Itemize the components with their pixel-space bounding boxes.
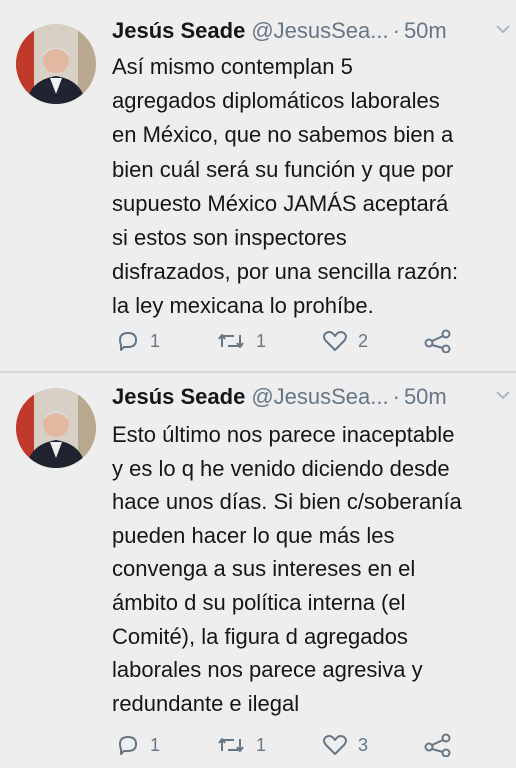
tweet-text-line: bien cuál será su función y que por	[112, 156, 454, 182]
like-button[interactable]: 3	[322, 730, 368, 760]
separator-dot: ·	[392, 384, 400, 409]
tweet-time[interactable]: 50m	[404, 384, 447, 409]
tweet-actions: 1 1 3	[112, 730, 512, 760]
heart-icon	[323, 735, 347, 755]
reply-icon	[119, 736, 137, 755]
reply-icon	[119, 332, 137, 351]
tweet-text-line: disfrazados, por una sencilla razón:	[112, 259, 459, 285]
share-icon	[424, 329, 451, 353]
tweet-text-line: Comité), la figura d agregados	[112, 623, 408, 649]
reply-count: 1	[150, 734, 161, 755]
chevron-down-icon[interactable]	[496, 390, 510, 400]
tweet-text-line: laborales nos parece agresiva y	[112, 657, 423, 683]
avatar[interactable]	[16, 24, 96, 104]
author-handle[interactable]: @JesusSea...	[251, 18, 388, 43]
like-count: 3	[358, 734, 369, 755]
tweet-header: Jesús Seade @JesusSea... · 50m	[112, 16, 447, 46]
share-icon	[424, 733, 451, 757]
share-button[interactable]	[424, 730, 452, 760]
tweet-text-line: si estos son inspectores	[112, 225, 347, 251]
tweet[interactable]: Jesús Seade @JesusSea... · 50m Así mismo co…	[0, 0, 516, 372]
retweet-button[interactable]: 1	[216, 730, 266, 760]
tweet-text-line: agregados diplomáticos laborales	[112, 88, 440, 114]
tweet-text-line: y es lo q he venido diciendo desde	[112, 455, 450, 481]
tweet-time[interactable]: 50m	[404, 18, 447, 43]
tweet-text-line: Esto último nos parece inaceptable	[112, 422, 455, 447]
share-button[interactable]	[424, 326, 452, 356]
timeline: Jesús Seade @JesusSea... · 50m Así mismo co…	[0, 0, 516, 768]
reply-button[interactable]: 1	[116, 326, 160, 356]
tweet-text: Esto último nos parece inaceptable y es …	[112, 418, 508, 720]
like-count: 2	[358, 330, 369, 351]
retweet-count: 1	[256, 330, 267, 351]
like-button[interactable]: 2	[322, 326, 368, 356]
tweet-text-line: ámbito d su política interna (el	[112, 589, 406, 615]
avatar[interactable]	[16, 388, 96, 468]
author-name[interactable]: Jesús Seade	[112, 384, 245, 409]
heart-icon	[323, 331, 347, 351]
tweet-text-line: la ley mexicana lo prohíbe.	[112, 293, 374, 319]
tweet-text-line: supuesto México JAMÁS aceptará	[112, 190, 449, 216]
retweet-button[interactable]: 1	[216, 326, 266, 356]
tweet-text: Así mismo contemplan 5 agregados diplomá…	[112, 50, 508, 324]
tweet-text-line: hace unos días. Si bien c/soberanía	[112, 489, 462, 515]
retweet-count: 1	[256, 734, 267, 755]
tweet-divider	[0, 371, 516, 373]
tweet-actions: 1 1 2	[112, 326, 512, 356]
retweet-icon	[218, 334, 244, 348]
tweet-text-line: convenga a sus intereses en el	[112, 556, 416, 582]
separator-dot: ·	[392, 18, 400, 43]
retweet-icon	[218, 738, 244, 752]
reply-count: 1	[150, 330, 161, 351]
reply-button[interactable]: 1	[116, 730, 160, 760]
author-name[interactable]: Jesús Seade	[112, 18, 245, 43]
tweet[interactable]: Jesús Seade @JesusSea... · 50m Esto último …	[0, 374, 516, 768]
tweet-text-line: en México, que no sabemos bien a	[112, 122, 454, 148]
author-handle[interactable]: @JesusSea...	[251, 384, 388, 409]
chevron-down-icon[interactable]	[496, 24, 510, 34]
tweet-text-line: Así mismo contemplan 5	[112, 54, 353, 79]
tweet-text-line: pueden hacer lo que más les	[112, 522, 395, 548]
tweet-text-line: redundante e ilegal	[112, 690, 300, 716]
tweet-header: Jesús Seade @JesusSea... · 50m	[112, 382, 447, 412]
